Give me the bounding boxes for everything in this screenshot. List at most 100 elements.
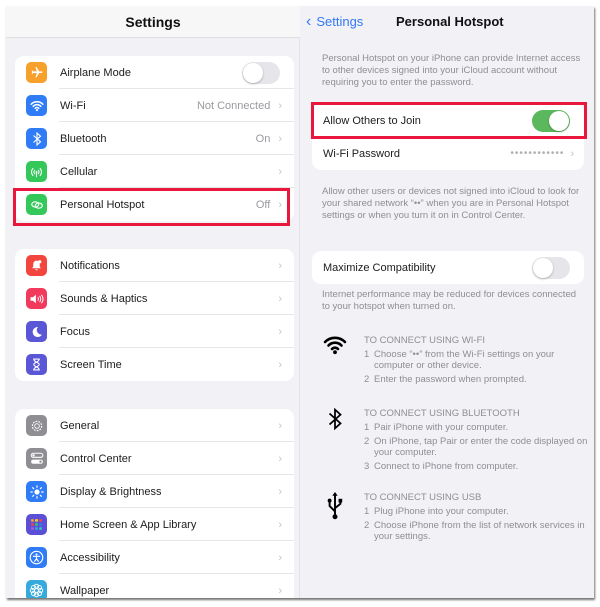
chevron-right-icon: › bbox=[278, 325, 282, 338]
row-label: Wallpaper bbox=[60, 584, 110, 597]
wifi-icon bbox=[320, 335, 350, 365]
back-button[interactable]: ‹ Settings bbox=[306, 12, 364, 30]
wifi-status-value: Not Connected bbox=[196, 99, 271, 112]
settings-row-wallpaper[interactable]: Wallpaper › bbox=[15, 574, 294, 598]
settings-row-home-screen[interactable]: Home Screen & App Library › bbox=[15, 508, 294, 541]
maximize-compatibility-label: Maximize Compatibility bbox=[323, 261, 436, 274]
chevron-right-icon: › bbox=[278, 165, 282, 178]
bluetooth-icon bbox=[320, 408, 350, 438]
settings-row-bluetooth[interactable]: Bluetooth On › bbox=[15, 122, 294, 155]
connect-heading: TO CONNECT USING USB bbox=[364, 492, 482, 503]
chevron-right-icon: › bbox=[278, 132, 282, 145]
settings-row-airplane-mode[interactable]: Airplane Mode bbox=[15, 56, 294, 89]
chevron-right-icon: › bbox=[278, 198, 282, 211]
wifi-password-label: Wi-Fi Password bbox=[323, 147, 401, 160]
row-label: Airplane Mode bbox=[60, 66, 131, 79]
allow-others-note: Allow other users or devices not signed … bbox=[322, 186, 580, 221]
chevron-right-icon: › bbox=[278, 452, 282, 465]
maximize-compatibility-group: Maximize Compatibility bbox=[312, 251, 584, 284]
hourglass-icon bbox=[26, 354, 47, 375]
back-label: Settings bbox=[316, 14, 364, 29]
chevron-right-icon: › bbox=[278, 99, 282, 112]
row-label: Notifications bbox=[60, 259, 120, 272]
maximize-compatibility-toggle[interactable] bbox=[532, 256, 570, 279]
allow-others-row[interactable]: Allow Others to Join bbox=[312, 104, 584, 137]
settings-row-sounds-haptics[interactable]: Sounds & Haptics › bbox=[15, 282, 294, 315]
settings-group-general: General › Control Center › Display & Bri… bbox=[15, 409, 294, 598]
settings-pane: Settings Airplane Mode Wi-Fi Not Connect… bbox=[6, 6, 300, 598]
row-label: Accessibility bbox=[60, 551, 120, 564]
hotspot-settings-group: Allow Others to Join Wi-Fi Password ••••… bbox=[312, 104, 584, 170]
chevron-right-icon: › bbox=[278, 419, 282, 432]
sun-icon bbox=[26, 481, 47, 502]
allow-others-toggle[interactable] bbox=[532, 109, 570, 132]
flower-icon bbox=[26, 580, 47, 598]
wifi-password-row[interactable]: Wi-Fi Password •••••••••••• › bbox=[312, 137, 584, 170]
settings-title: Settings bbox=[6, 6, 300, 38]
connect-step: 2 Enter the password when prompted. bbox=[364, 374, 527, 385]
row-label: Personal Hotspot bbox=[60, 198, 145, 211]
page-title: Personal Hotspot bbox=[396, 14, 504, 29]
row-label: Display & Brightness bbox=[60, 485, 162, 498]
app-grid-icon bbox=[26, 514, 47, 535]
connect-step: 1 Pair iPhone with your computer. bbox=[364, 422, 509, 433]
hotspot-link-icon bbox=[26, 194, 47, 215]
bell-icon bbox=[26, 255, 47, 276]
row-label: Cellular bbox=[60, 165, 98, 178]
settings-row-accessibility[interactable]: Accessibility › bbox=[15, 541, 294, 574]
accessibility-icon bbox=[26, 547, 47, 568]
row-label: Bluetooth bbox=[60, 132, 107, 145]
settings-row-notifications[interactable]: Notifications › bbox=[15, 249, 294, 282]
chevron-right-icon: › bbox=[278, 292, 282, 305]
speaker-icon bbox=[26, 288, 47, 309]
settings-row-cellular[interactable]: Cellular › bbox=[15, 155, 294, 188]
allow-others-label: Allow Others to Join bbox=[323, 114, 421, 127]
hotspot-intro-text: Personal Hotspot on your iPhone can prov… bbox=[322, 53, 581, 88]
gear-icon bbox=[26, 415, 47, 436]
bluetooth-icon bbox=[26, 128, 47, 149]
hotspot-status-value: Off bbox=[255, 198, 271, 211]
chevron-right-icon: › bbox=[278, 551, 282, 564]
moon-icon bbox=[26, 321, 47, 342]
row-label: General bbox=[60, 419, 100, 432]
usb-icon bbox=[320, 492, 350, 522]
maximize-compatibility-note: Internet performance may be reduced for … bbox=[322, 289, 577, 312]
settings-row-wifi[interactable]: Wi-Fi Not Connected › bbox=[15, 89, 294, 122]
cellular-antenna-icon bbox=[26, 161, 47, 182]
settings-row-display-brightness[interactable]: Display & Brightness › bbox=[15, 475, 294, 508]
row-label: Focus bbox=[60, 325, 90, 338]
row-label: Control Center bbox=[60, 452, 132, 465]
row-label: Home Screen & App Library bbox=[60, 518, 197, 531]
connect-step: 2 On iPhone, tap Pair or enter the code d… bbox=[364, 436, 588, 458]
row-label: Screen Time bbox=[60, 358, 122, 371]
settings-group-connectivity: Airplane Mode Wi-Fi Not Connected › Blue… bbox=[15, 56, 294, 221]
bluetooth-status-value: On bbox=[255, 132, 271, 145]
chevron-right-icon: › bbox=[570, 147, 574, 160]
settings-row-personal-hotspot[interactable]: Personal Hotspot Off › bbox=[15, 188, 294, 221]
airplane-mode-toggle[interactable] bbox=[242, 61, 280, 84]
connect-heading: TO CONNECT USING WI-FI bbox=[364, 335, 486, 346]
connect-step: 3 Connect to iPhone from computer. bbox=[364, 461, 519, 472]
screenshot-frame: Settings Airplane Mode Wi-Fi Not Connect… bbox=[6, 6, 594, 598]
maximize-compatibility-row[interactable]: Maximize Compatibility bbox=[312, 251, 584, 284]
row-label: Wi-Fi bbox=[60, 99, 86, 112]
chevron-right-icon: › bbox=[278, 485, 282, 498]
connect-step: 1 Choose “••” from the Wi-Fi settings on … bbox=[364, 349, 555, 371]
chevron-right-icon: › bbox=[278, 358, 282, 371]
settings-row-focus[interactable]: Focus › bbox=[15, 315, 294, 348]
settings-row-general[interactable]: General › bbox=[15, 409, 294, 442]
settings-row-screen-time[interactable]: Screen Time › bbox=[15, 348, 294, 381]
nav-bar: ‹ Settings Personal Hotspot bbox=[300, 6, 594, 38]
switches-icon bbox=[26, 448, 47, 469]
wifi-password-value: •••••••••••• bbox=[510, 148, 565, 159]
settings-row-control-center[interactable]: Control Center › bbox=[15, 442, 294, 475]
connect-step: 1 Plug iPhone into your computer. bbox=[364, 506, 509, 517]
chevron-right-icon: › bbox=[278, 584, 282, 597]
airplane-icon bbox=[26, 62, 47, 83]
connect-step: 2 Choose iPhone from the list of network … bbox=[364, 520, 585, 542]
personal-hotspot-pane: ‹ Settings Personal Hotspot Personal Hot… bbox=[300, 6, 594, 598]
connect-heading: TO CONNECT USING BLUETOOTH bbox=[364, 408, 520, 419]
row-label: Sounds & Haptics bbox=[60, 292, 148, 305]
chevron-right-icon: › bbox=[278, 518, 282, 531]
chevron-left-icon: ‹ bbox=[306, 12, 312, 30]
